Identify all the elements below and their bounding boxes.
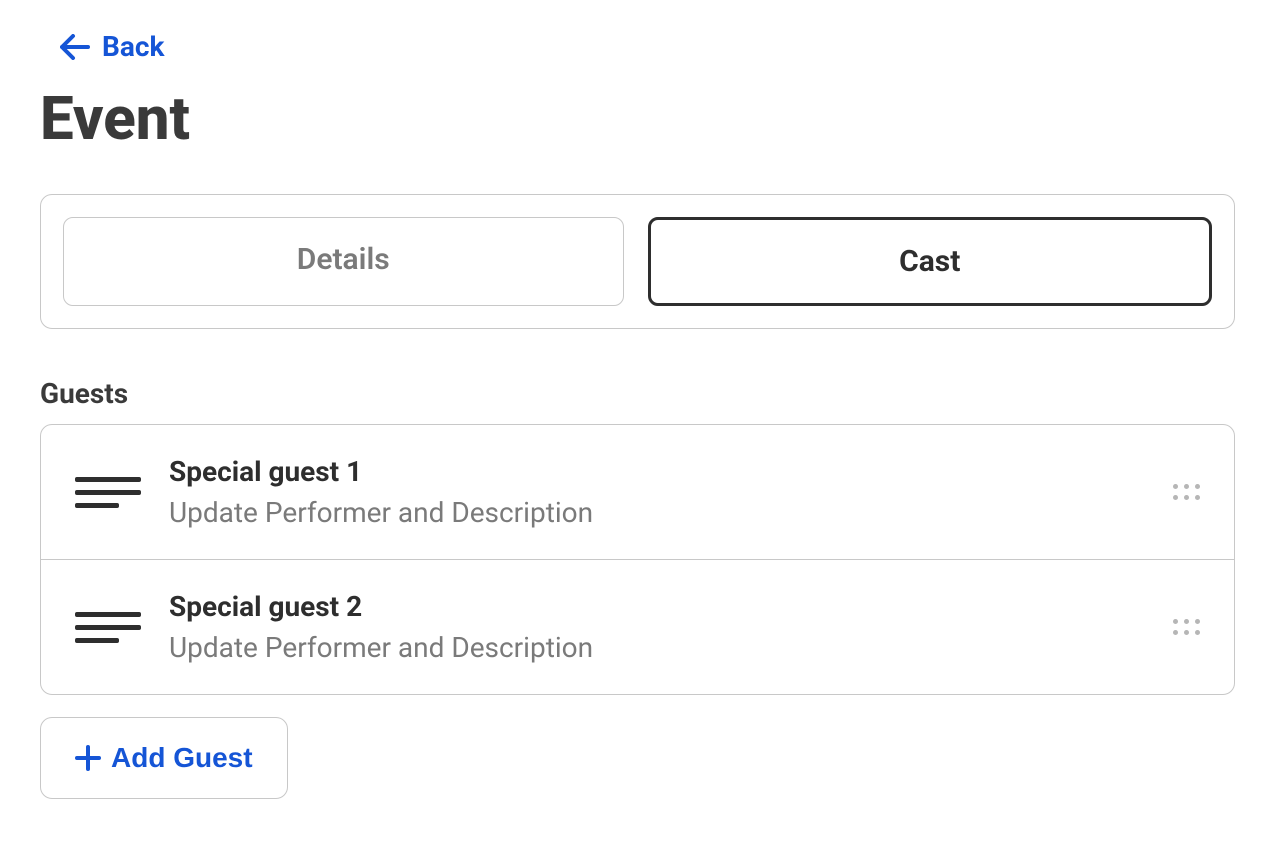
tab-details-label: Details bbox=[297, 242, 390, 277]
add-guest-label: Add Guest bbox=[111, 742, 253, 774]
plus-icon bbox=[75, 745, 101, 771]
back-link[interactable]: Back bbox=[60, 30, 164, 63]
guests-heading: Guests bbox=[40, 377, 1235, 410]
guest-title: Special guest 2 bbox=[169, 590, 1145, 623]
guest-content: Special guest 2 Update Performer and Des… bbox=[169, 590, 1145, 664]
tab-cast[interactable]: Cast bbox=[648, 217, 1213, 306]
guest-subtitle: Update Performer and Description bbox=[169, 496, 1145, 529]
page-title: Event bbox=[40, 83, 1235, 154]
guest-row[interactable]: Special guest 2 Update Performer and Des… bbox=[41, 559, 1234, 694]
drag-handle-icon[interactable] bbox=[1173, 619, 1200, 635]
back-label: Back bbox=[102, 30, 164, 63]
guest-content: Special guest 1 Update Performer and Des… bbox=[169, 455, 1145, 529]
list-icon bbox=[75, 477, 141, 508]
tabs-container: Details Cast bbox=[40, 194, 1235, 329]
guest-subtitle: Update Performer and Description bbox=[169, 631, 1145, 664]
tab-details[interactable]: Details bbox=[63, 217, 624, 306]
guests-list: Special guest 1 Update Performer and Des… bbox=[40, 424, 1235, 695]
guest-row[interactable]: Special guest 1 Update Performer and Des… bbox=[41, 425, 1234, 559]
list-icon bbox=[75, 612, 141, 643]
tab-cast-label: Cast bbox=[899, 244, 960, 279]
drag-handle-icon[interactable] bbox=[1173, 484, 1200, 500]
add-guest-button[interactable]: Add Guest bbox=[40, 717, 288, 799]
guest-title: Special guest 1 bbox=[169, 455, 1145, 488]
arrow-left-icon bbox=[60, 34, 90, 60]
